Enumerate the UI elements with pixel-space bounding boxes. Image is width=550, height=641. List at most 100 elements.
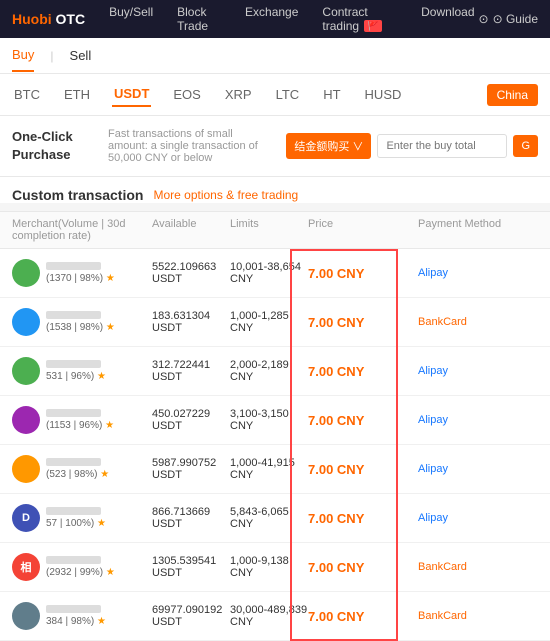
- custom-section: Custom transaction More options & free t…: [0, 177, 550, 203]
- go-button[interactable]: G: [513, 135, 538, 157]
- merchant-name-bar: [46, 556, 101, 564]
- custom-subtitle[interactable]: More options & free trading: [153, 188, 298, 202]
- merchant-stats: 384 | 98%) ★: [46, 616, 106, 627]
- table-row[interactable]: 531 | 96%) ★312.722441 USDT2,000-2,189 C…: [0, 347, 550, 396]
- merchant-stats: 531 | 96%) ★: [46, 371, 106, 382]
- th-merchant: Merchant(Volume | 30d completion rate): [12, 218, 152, 242]
- currency-ltc[interactable]: LTC: [274, 83, 302, 106]
- merchant-cell: 531 | 96%) ★: [12, 357, 152, 385]
- table-row[interactable]: (1370 | 98%) ★5522.109663 USDT10,001-38,…: [0, 249, 550, 298]
- avatar: 相: [12, 553, 40, 581]
- avatar: [12, 259, 40, 287]
- payment-method-cell[interactable]: Alipay: [418, 267, 538, 279]
- tab-sell[interactable]: Sell: [70, 40, 92, 71]
- merchant-cell: D 57 | 100%) ★: [12, 504, 152, 532]
- main-nav: Buy/Sell Block Trade Exchange Contract t…: [105, 0, 478, 43]
- merchant-info: (1538 | 98%) ★: [46, 311, 115, 333]
- limits-cell: 10,001-38,654 CNY: [230, 261, 308, 285]
- merchant-stats: 57 | 100%) ★: [46, 518, 106, 529]
- price-cell: 7.00 CNY: [308, 266, 418, 281]
- merchant-info: (2932 | 99%) ★: [46, 556, 115, 578]
- tab-buy[interactable]: Buy: [12, 39, 34, 72]
- star-icon: ★: [106, 273, 115, 284]
- table-header: Merchant(Volume | 30d completion rate) A…: [0, 211, 550, 249]
- th-limits: Limits: [230, 218, 308, 242]
- nav-buysell[interactable]: Buy/Sell: [105, 0, 157, 43]
- merchant-name-bar: [46, 507, 101, 515]
- merchant-cell: (523 | 98%) ★: [12, 455, 152, 483]
- guide-icon: ⊙: [479, 12, 489, 26]
- payment-method-cell[interactable]: BankCard: [418, 561, 538, 573]
- nav-contract[interactable]: Contract trading 🚩: [318, 0, 401, 43]
- currency-eos[interactable]: EOS: [171, 83, 202, 106]
- merchant-name-bar: [46, 458, 101, 466]
- star-icon: ★: [105, 420, 114, 431]
- currency-ht[interactable]: HT: [321, 83, 342, 106]
- one-click-desc: Fast transactions of small amount: a sin…: [108, 128, 270, 164]
- merchant-stats: (2932 | 99%) ★: [46, 567, 115, 578]
- avatar: [12, 602, 40, 630]
- available-cell: 183.631304 USDT: [152, 310, 230, 334]
- one-click-controls: 结金额购买 ∨ G: [286, 133, 538, 159]
- currency-eth[interactable]: ETH: [62, 83, 92, 106]
- limits-cell: 3,100-3,150 CNY: [230, 408, 308, 432]
- merchant-info: (523 | 98%) ★: [46, 458, 109, 480]
- merchant-cell: (1538 | 98%) ★: [12, 308, 152, 336]
- avatar: D: [12, 504, 40, 532]
- merchant-info: (1370 | 98%) ★: [46, 262, 115, 284]
- merchant-info: 384 | 98%) ★: [46, 605, 106, 627]
- amount-select-btn[interactable]: 结金额购买 ∨: [286, 133, 371, 159]
- price-cell: 7.00 CNY: [308, 511, 418, 526]
- merchant-stats: (523 | 98%) ★: [46, 469, 109, 480]
- available-cell: 450.027229 USDT: [152, 408, 230, 432]
- payment-method-cell[interactable]: Alipay: [418, 463, 538, 475]
- payment-method-cell[interactable]: Alipay: [418, 512, 538, 524]
- guide-btn[interactable]: ⊙ ⊙ Guide: [479, 12, 538, 26]
- nav-blocktrade[interactable]: Block Trade: [173, 0, 225, 43]
- china-button[interactable]: China: [487, 84, 538, 106]
- star-icon: ★: [106, 322, 115, 333]
- merchant-name-bar: [46, 311, 101, 319]
- currency-xrp[interactable]: XRP: [223, 83, 254, 106]
- payment-method-cell[interactable]: Alipay: [418, 365, 538, 377]
- available-cell: 5987.990752 USDT: [152, 457, 230, 481]
- table-row[interactable]: (1153 | 96%) ★ 450.027229 USDT3,100-3,150…: [0, 396, 550, 445]
- avatar: [12, 357, 40, 385]
- payment-method-cell[interactable]: BankCard: [418, 316, 538, 328]
- table-row[interactable]: 相(2932 | 99%) ★1305.539541 USDT1,000-9,1…: [0, 543, 550, 592]
- th-available: Available: [152, 218, 230, 242]
- merchant-cell: 384 | 98%) ★: [12, 602, 152, 630]
- nav-download[interactable]: Download: [417, 0, 478, 43]
- available-cell: 312.722441 USDT: [152, 359, 230, 383]
- available-cell: 69977.090192 USDT: [152, 604, 230, 628]
- avatar: [12, 455, 40, 483]
- price-cell: 7.00 CNY: [308, 364, 418, 379]
- one-click-section: One-ClickPurchase Fast transactions of s…: [0, 116, 550, 177]
- price-cell: 7.00 CNY: [308, 560, 418, 575]
- currency-husd[interactable]: HUSD: [363, 83, 404, 106]
- available-cell: 866.713669 USDT: [152, 506, 230, 530]
- buy-total-input[interactable]: [377, 134, 507, 158]
- star-icon: ★: [97, 518, 106, 529]
- price-cell: 7.00 CNY: [308, 462, 418, 477]
- merchant-stats: (1153 | 96%) ★: [46, 420, 114, 431]
- payment-method-cell[interactable]: Alipay: [418, 414, 538, 426]
- limits-cell: 1,000-1,285 CNY: [230, 310, 308, 334]
- table-row[interactable]: (1538 | 98%) ★ 183.631304 USDT1,000-1,285…: [0, 298, 550, 347]
- price-cell: 7.00 CNY: [308, 609, 418, 624]
- star-icon: ★: [106, 567, 115, 578]
- merchant-cell: 相 (2932 | 99%) ★: [12, 553, 152, 581]
- th-price: Price: [308, 218, 418, 242]
- merchant-name-bar: [46, 605, 101, 613]
- payment-method-cell[interactable]: BankCard: [418, 610, 538, 622]
- currency-btc[interactable]: BTC: [12, 83, 42, 106]
- currency-bar: BTC ETH USDT EOS XRP LTC HT HUSD China: [0, 74, 550, 116]
- limits-cell: 1,000-9,138 CNY: [230, 555, 308, 579]
- merchant-cell: (1153 | 96%) ★: [12, 406, 152, 434]
- avatar: [12, 406, 40, 434]
- table-row[interactable]: (523 | 98%) ★5987.990752 USDT1,000-41,91…: [0, 445, 550, 494]
- currency-usdt[interactable]: USDT: [112, 82, 151, 107]
- nav-exchange[interactable]: Exchange: [241, 0, 302, 43]
- table-row[interactable]: D57 | 100%) ★866.713669 USDT5,843-6,065 …: [0, 494, 550, 543]
- tab-divider: |: [50, 49, 53, 63]
